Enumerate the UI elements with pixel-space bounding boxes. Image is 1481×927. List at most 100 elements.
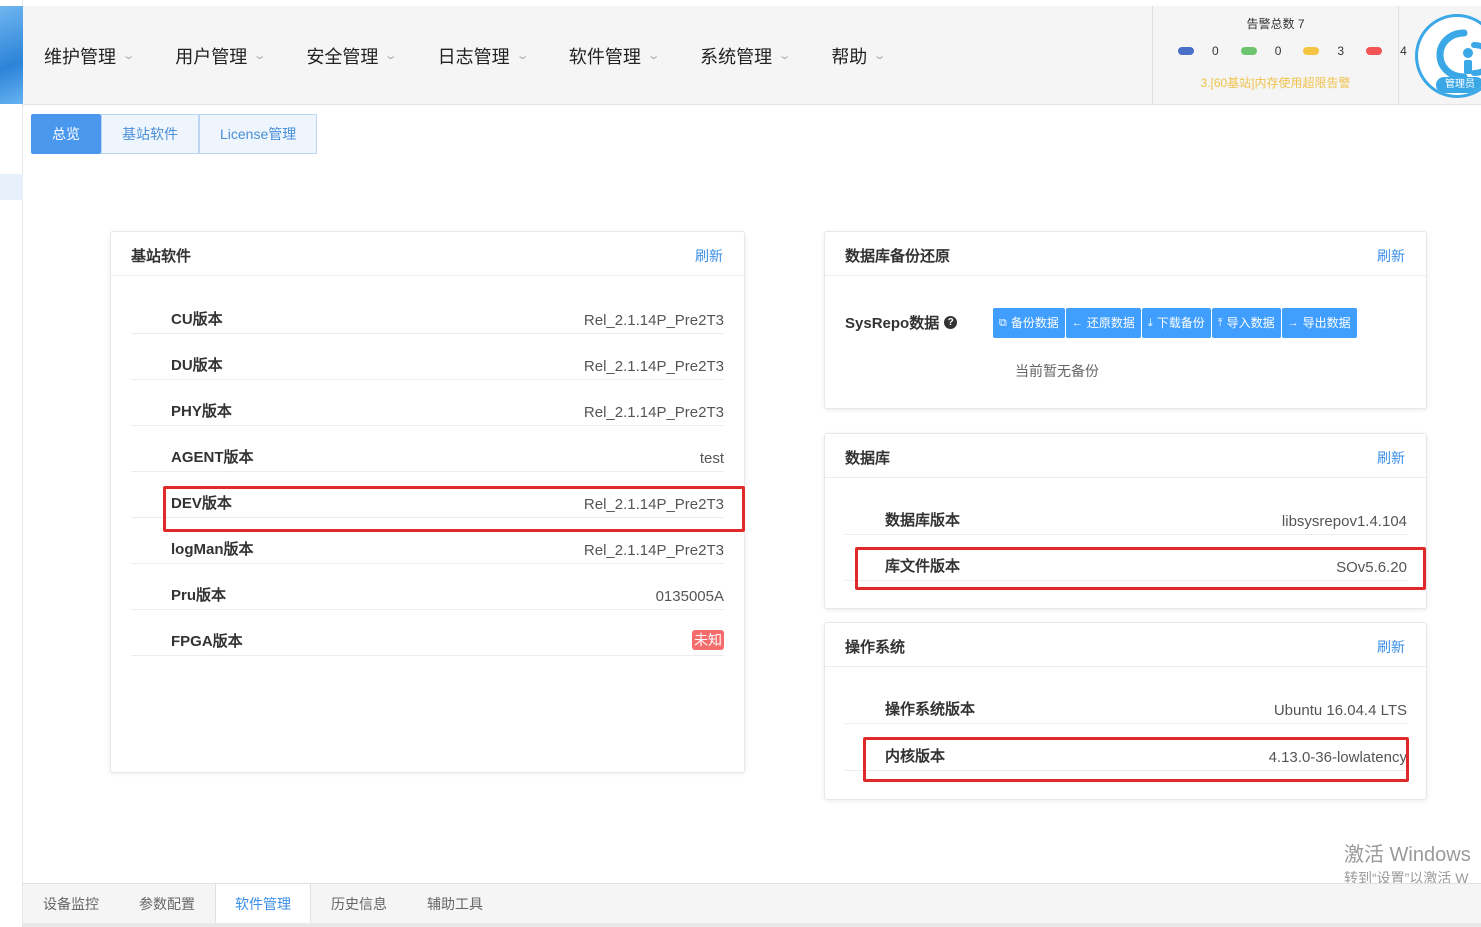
row-value: Rel_2.1.14P_Pre2T3 <box>583 542 724 559</box>
sidebar-active-item[interactable] <box>0 174 23 200</box>
export-data-button[interactable]: → 导出数据 <box>1281 308 1357 338</box>
row-value: 0135005A <box>655 588 724 605</box>
status-badge: 未知 <box>692 630 724 650</box>
user-avatar[interactable]: 管理员 <box>1415 14 1481 98</box>
chevron-down-icon: ⌄ <box>121 50 136 62</box>
chevron-down-icon: ⌄ <box>515 50 530 62</box>
nav-security[interactable]: 安全管理 ⌄ <box>306 43 398 69</box>
alarm-total: 告警总数 7 <box>1246 17 1305 31</box>
info-row: DU版本 Rel_2.1.14P_Pre2T3 <box>131 350 724 380</box>
nav-software[interactable]: 软件管理 ⌄ <box>569 43 661 69</box>
database-card: 数据库 刷新 数据库版本 libsysrepov1.4.104 库文件版本 SO… <box>824 433 1427 609</box>
tab-tools[interactable]: 辅助工具 <box>407 884 503 923</box>
nav-system[interactable]: 系统管理 ⌄ <box>700 43 792 69</box>
chevron-down-icon: ⌄ <box>384 50 398 62</box>
backup-button-group: ⧉ 备份数据 ← 还原数据 ⤓ 下载备份 ⤒ 导入数据 → 导出数据 <box>993 308 1358 338</box>
row-value: Rel_2.1.14P_Pre2T3 <box>583 404 724 421</box>
restore-data-button[interactable]: ← 还原数据 <box>1065 308 1141 338</box>
nav-logs[interactable]: 日志管理 ⌄ <box>438 43 530 69</box>
info-row: PHY版本 Rel_2.1.14P_Pre2T3 <box>131 396 724 426</box>
info-row: 操作系统版本 Ubuntu 16.04.4 LTS <box>845 694 1407 724</box>
info-row: FPGA版本 未知 <box>131 626 724 656</box>
alarm-counts: 0 0 3 4 <box>1178 44 1429 58</box>
row-value: Ubuntu 16.04.4 LTS <box>1273 702 1407 719</box>
row-label: Pru版本 <box>171 587 227 604</box>
alarm-critical-count: 0 <box>1212 44 1219 58</box>
main-nav: 维护管理 ⌄ 用户管理 ⌄ 安全管理 ⌄ 日志管理 ⌄ 软件管理 ⌄ 系统管理 ⌄ 帮助 ⌄ <box>23 6 906 105</box>
card-header: 数据库备份还原 刷新 <box>825 232 1426 276</box>
tab-software-management[interactable]: 软件管理 <box>215 884 311 923</box>
download-backup-button[interactable]: ⤓ 下载备份 <box>1141 308 1211 338</box>
chevron-down-icon: ⌄ <box>646 50 661 62</box>
top-header: 维护管理 ⌄ 用户管理 ⌄ 安全管理 ⌄ 日志管理 ⌄ 软件管理 ⌄ 系统管理 ⌄ 帮助 ⌄ … <box>23 6 1481 105</box>
card-title: 数据库备份还原 <box>845 248 951 265</box>
nav-maintenance[interactable]: 维护管理 ⌄ <box>44 43 136 69</box>
row-label: 操作系统版本 <box>885 701 976 718</box>
row-value: Rel_2.1.14P_Pre2T3 <box>583 496 724 513</box>
tab-base-software[interactable]: 基站软件 <box>101 114 199 154</box>
alarm-minor-count: 3 <box>1337 44 1345 58</box>
alarm-message[interactable]: 3.[60基站]内存使用超限告警 <box>1153 74 1398 91</box>
download-icon: ⤓ <box>1147 317 1153 329</box>
row-label: CU版本 <box>171 311 223 328</box>
card-header: 数据库 刷新 <box>825 434 1426 478</box>
refresh-button[interactable]: 刷新 <box>1377 637 1405 657</box>
chevron-down-icon: ⌄ <box>777 50 792 62</box>
alarm-major-count: 0 <box>1274 44 1282 58</box>
bottom-tab-bar: 设备监控 参数配置 软件管理 历史信息 辅助工具 <box>23 883 1481 923</box>
info-row: CU版本 Rel_2.1.14P_Pre2T3 <box>131 304 724 334</box>
sidebar-logo[interactable] <box>0 6 23 104</box>
row-label: 数据库版本 <box>885 512 961 529</box>
db-backup-card: 数据库备份还原 刷新 SysRepo数据 ? ⧉ 备份数据 ← 还原数据 ⤓ 下载备份… <box>824 231 1427 409</box>
row-value: Rel_2.1.14P_Pre2T3 <box>583 312 724 329</box>
row-label: 内核版本 <box>885 748 946 765</box>
tab-license[interactable]: License管理 <box>199 114 318 154</box>
row-value: SOv5.6.20 <box>1336 559 1407 576</box>
nav-users[interactable]: 用户管理 ⌄ <box>175 43 267 69</box>
refresh-button[interactable]: 刷新 <box>695 246 723 266</box>
alarm-warning-dot <box>1366 47 1383 55</box>
nav-help[interactable]: 帮助 ⌄ <box>831 43 887 69</box>
card-title: 操作系统 <box>845 639 906 656</box>
row-label: 库文件版本 <box>885 558 961 575</box>
alarm-major-dot <box>1240 47 1257 55</box>
alarm-warning-count: 4 <box>1400 44 1407 58</box>
row-value: test <box>699 450 724 467</box>
tab-overview[interactable]: 总览 <box>31 114 101 154</box>
bottom-divider <box>23 923 1481 927</box>
info-row: DEV版本 Rel_2.1.14P_Pre2T3 <box>131 488 724 518</box>
row-value: 4.13.0-36-lowlatency <box>1268 749 1407 766</box>
card-title: 基站软件 <box>131 248 192 265</box>
alarm-summary[interactable]: 告警总数 7 0 0 3 4 3.[60基站]内存使用超限告警 <box>1152 6 1407 105</box>
card-title: 数据库 <box>845 450 891 467</box>
info-row: Pru版本 0135005A <box>131 580 724 610</box>
user-role-badge: 管理员 <box>1436 77 1481 93</box>
watermark-title: 激活 Windows <box>1344 844 1471 866</box>
row-label: FPGA版本 <box>171 633 243 650</box>
card-header: 操作系统 刷新 <box>825 623 1426 667</box>
backup-data-button[interactable]: ⧉ 备份数据 <box>993 308 1065 338</box>
refresh-button[interactable]: 刷新 <box>1377 246 1405 266</box>
info-row: 内核版本 4.13.0-36-lowlatency <box>845 741 1407 771</box>
tab-history[interactable]: 历史信息 <box>311 884 407 923</box>
row-label: DEV版本 <box>171 495 232 512</box>
row-label: DU版本 <box>171 357 223 374</box>
chevron-down-icon: ⌄ <box>873 50 887 62</box>
card-header: 基站软件 刷新 <box>111 232 744 276</box>
info-row: 库文件版本 SOv5.6.20 <box>845 551 1407 581</box>
import-data-button[interactable]: ⤒ 导入数据 <box>1211 308 1281 338</box>
alarm-minor-dot <box>1303 47 1320 55</box>
row-label: AGENT版本 <box>171 449 254 466</box>
tab-param-config[interactable]: 参数配置 <box>119 884 215 923</box>
info-row: 数据库版本 libsysrepov1.4.104 <box>845 505 1407 535</box>
arrow-left-icon: ← <box>1071 317 1083 329</box>
os-card: 操作系统 刷新 操作系统版本 Ubuntu 16.04.4 LTS 内核版本 4… <box>824 622 1427 800</box>
refresh-button[interactable]: 刷新 <box>1377 448 1405 468</box>
windows-activation-watermark: 激活 Windows 转到“设置”以激活 W <box>1344 838 1471 888</box>
copy-icon: ⧉ <box>999 317 1007 329</box>
question-icon[interactable]: ? <box>944 316 958 329</box>
base-software-card: 基站软件 刷新 CU版本 Rel_2.1.14P_Pre2T3 DU版本 Rel… <box>110 231 745 773</box>
sysrepo-label: SysRepo数据 ? <box>845 312 958 333</box>
upload-icon: ⤒ <box>1217 317 1223 329</box>
tab-device-monitor[interactable]: 设备监控 <box>23 884 119 923</box>
